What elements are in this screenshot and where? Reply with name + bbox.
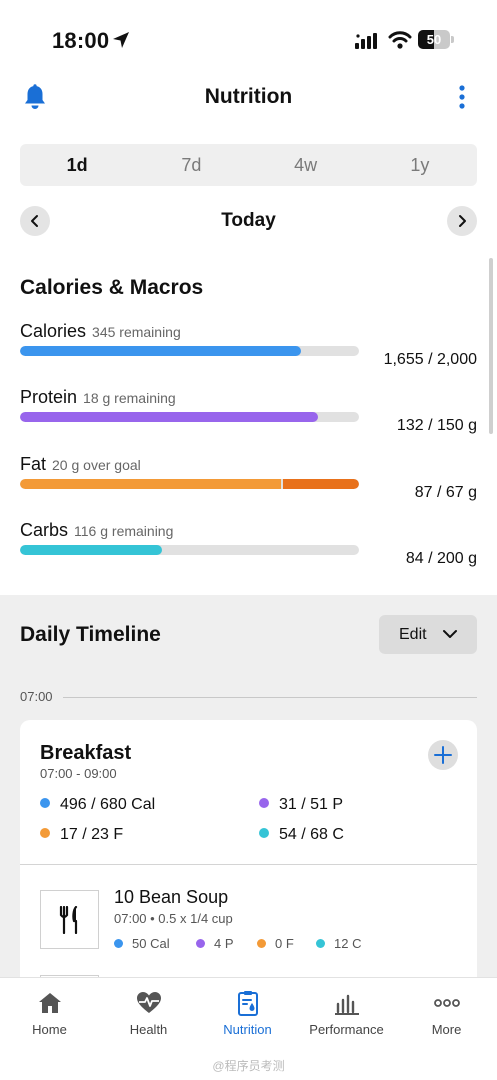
heart-pulse-icon: [137, 992, 161, 1013]
progress-bar: [20, 479, 359, 489]
macro-row-calories: Calories 345 remaining 1,655 / 2,000: [20, 321, 477, 371]
carbs-dot-icon: [259, 828, 269, 838]
meal-time-range: 07:00 - 09:00: [40, 766, 117, 781]
fork-knife-icon: [59, 906, 78, 934]
macro-over-goal: 20 g over goal: [52, 457, 141, 473]
tab-4w[interactable]: 4w: [249, 144, 363, 186]
date-label: Today: [221, 210, 276, 231]
meal-name: Breakfast: [40, 742, 132, 764]
macro-value: 84 / 200 g: [405, 550, 477, 567]
fat-dot-icon: [40, 828, 50, 838]
location-arrow-icon: [113, 32, 129, 48]
macro-remaining: 18 g remaining: [83, 390, 176, 406]
tab-label: Health: [129, 1022, 168, 1037]
tab-label: Performance: [309, 1022, 384, 1037]
tab-7d[interactable]: 7d: [134, 144, 248, 186]
timeline-title: Daily Timeline: [20, 623, 161, 646]
tab-more[interactable]: More: [397, 978, 496, 1058]
macro-value: 132 / 150 g: [396, 417, 477, 434]
time-marker: 07:00: [20, 689, 53, 704]
chevron-right-icon: [459, 215, 466, 227]
tab-nutrition[interactable]: Nutrition: [198, 978, 297, 1058]
meal-stat-fat: 17 / 23 F: [40, 826, 123, 844]
tab-1y[interactable]: 1y: [363, 144, 477, 186]
tab-performance[interactable]: Performance: [297, 978, 396, 1058]
tab-health[interactable]: Health: [99, 978, 198, 1058]
next-day-button[interactable]: [447, 206, 477, 236]
food-name: 10 Bean Soup: [114, 887, 229, 907]
macro-row-protein: Protein 18 g remaining 132 / 150 g: [20, 387, 477, 437]
progress-bar: [20, 545, 359, 555]
food-thumbnail: [40, 890, 99, 949]
macro-row-carbs: Carbs 116 g remaining 84 / 200 g: [20, 520, 477, 570]
cellular-signal-icon: [355, 33, 377, 49]
macro-remaining: 345 remaining: [92, 324, 181, 340]
home-icon: [39, 993, 61, 1013]
edit-dropdown-button[interactable]: Edit: [379, 615, 477, 654]
progress-bar: [20, 346, 359, 356]
stat-text: 54 / 68 C: [279, 826, 344, 843]
calories-dot-icon: [114, 939, 123, 948]
meal-card-breakfast[interactable]: Breakfast 07:00 - 09:00 496 / 680 Cal 31…: [20, 720, 477, 990]
protein-dot-icon: [259, 798, 269, 808]
tab-label: Nutrition: [223, 1022, 272, 1037]
bar-chart-icon: [335, 994, 359, 1015]
macro-name: Carbs: [20, 520, 69, 540]
time-divider: [63, 697, 477, 698]
edit-label: Edit: [399, 626, 427, 643]
stat-text: 0 F: [275, 936, 294, 951]
watermark: @程序员考测: [212, 1059, 285, 1073]
status-time: 18:00: [52, 28, 110, 53]
food-stat-carbs: 12 C: [316, 936, 361, 951]
meal-stat-protein: 31 / 51 P: [259, 796, 343, 814]
period-segmented-control: 1d 7d 4w 1y: [20, 144, 477, 186]
macro-name: Protein: [20, 387, 78, 407]
tab-home[interactable]: Home: [0, 978, 99, 1058]
stat-text: 17 / 23 F: [60, 826, 124, 843]
plus-icon: [434, 746, 452, 764]
stat-text: 50 Cal: [132, 936, 170, 951]
wifi-icon: [388, 31, 412, 49]
food-stat-calories: 50 Cal: [114, 936, 170, 951]
meal-stat-calories: 496 / 680 Cal: [40, 796, 155, 814]
macro-value: 1,655 / 2,000: [383, 351, 477, 368]
stat-text: 31 / 51 P: [279, 796, 344, 813]
macro-name: Calories: [20, 321, 87, 341]
food-item-row[interactable]: 10 Bean Soup 07:00 • 0.5 x 1/4 cup 50 Ca…: [20, 865, 477, 965]
food-stat-protein: 4 P: [196, 936, 234, 951]
macro-name: Fat: [20, 454, 47, 474]
tab-label: Home: [32, 1022, 67, 1037]
meal-stat-carbs: 54 / 68 C: [259, 826, 344, 844]
more-horiz-icon: [434, 999, 460, 1007]
tab-label: More: [431, 1022, 462, 1037]
calories-dot-icon: [40, 798, 50, 808]
page-title: Nutrition: [204, 85, 293, 108]
chevron-down-icon: [443, 630, 457, 638]
macro-value: 87 / 67 g: [414, 484, 477, 501]
macros-section-title: Calories & Macros: [20, 276, 204, 299]
fat-dot-icon: [257, 939, 266, 948]
stat-text: 4 P: [214, 936, 234, 951]
food-stat-fat: 0 F: [257, 936, 294, 951]
battery-percent: 50: [426, 32, 442, 47]
macro-row-fat: Fat 20 g over goal 87 / 67 g: [20, 454, 477, 504]
protein-dot-icon: [196, 939, 205, 948]
macro-remaining: 116 g remaining: [74, 523, 174, 539]
progress-bar: [20, 412, 359, 422]
scrollbar[interactable]: [489, 258, 493, 434]
status-bar: 18:00 50: [0, 0, 497, 70]
stat-text: 496 / 680 Cal: [60, 796, 156, 813]
food-detail: 07:00 • 0.5 x 1/4 cup: [114, 911, 233, 926]
add-food-button[interactable]: [428, 740, 458, 770]
carbs-dot-icon: [316, 939, 325, 948]
more-vertical-icon[interactable]: [454, 84, 470, 110]
clipboard-drop-icon: [238, 991, 258, 1016]
battery-icon: 50: [418, 30, 454, 49]
tab-1d[interactable]: 1d: [20, 144, 134, 186]
stat-text: 12 C: [334, 936, 362, 951]
